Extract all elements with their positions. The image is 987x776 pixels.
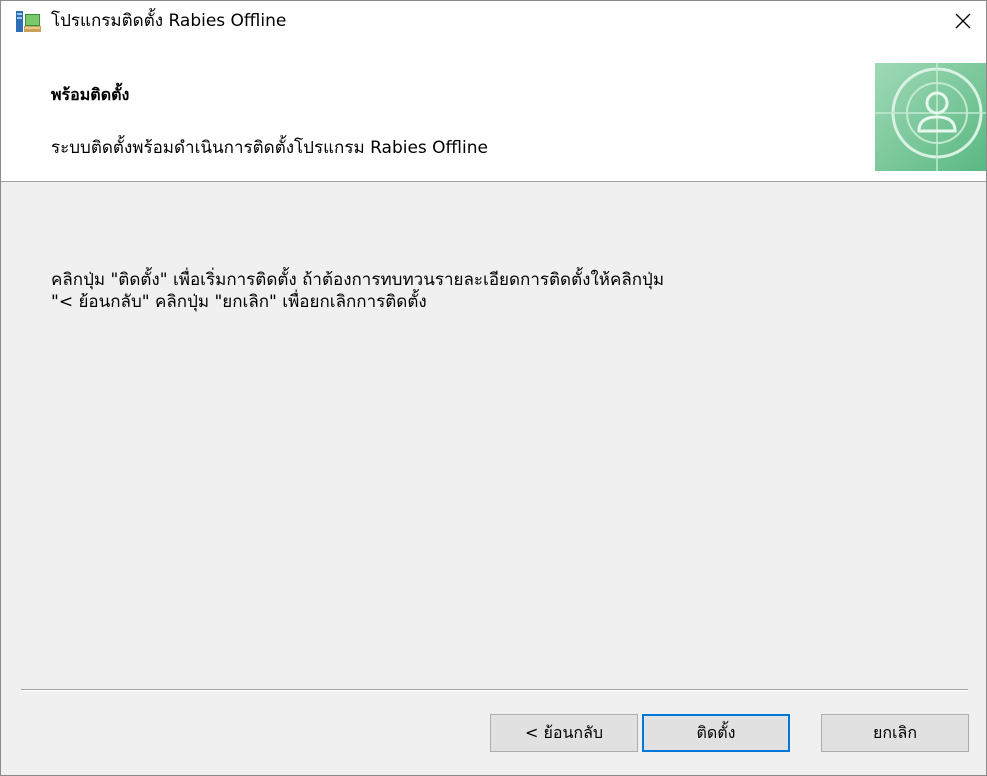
close-icon (955, 13, 971, 29)
page-title: พร้อมติดตั้ง (51, 85, 130, 104)
window-title: โปรแกรมติดตั้ง Rabies Offline (51, 11, 287, 31)
installer-window: โปรแกรมติดตั้ง Rabies Offline พร้อมติดตั… (0, 0, 987, 776)
instruction-line: "< ย้อนกลับ" คลิกปุ่ม "ยกเลิก" เพื่อยกเล… (51, 292, 427, 312)
page-description: ระบบติดตั้งพร้อมดำเนินการติดตั้งโปรแกรม … (51, 138, 488, 158)
install-button[interactable]: ติดตั้ง (642, 714, 790, 752)
header-banner: พร้อมติดตั้ง ระบบติดตั้งพร้อมดำเนินการติ… (1, 41, 986, 182)
installer-package-icon (15, 8, 41, 34)
close-button[interactable] (940, 1, 986, 41)
title-bar[interactable]: โปรแกรมติดตั้ง Rabies Offline (1, 1, 986, 41)
instruction-text: คลิกปุ่ม "ติดตั้ง" เพื่อเริ่มการติดตั้ง … (51, 269, 951, 313)
back-button[interactable]: < ย้อนกลับ (490, 714, 638, 752)
cancel-button[interactable]: ยกเลิก (821, 714, 969, 752)
footer-divider (21, 689, 968, 691)
instruction-line: คลิกปุ่ม "ติดตั้ง" เพื่อเริ่มการติดตั้ง … (51, 270, 665, 290)
user-globe-banner-art (875, 63, 986, 171)
